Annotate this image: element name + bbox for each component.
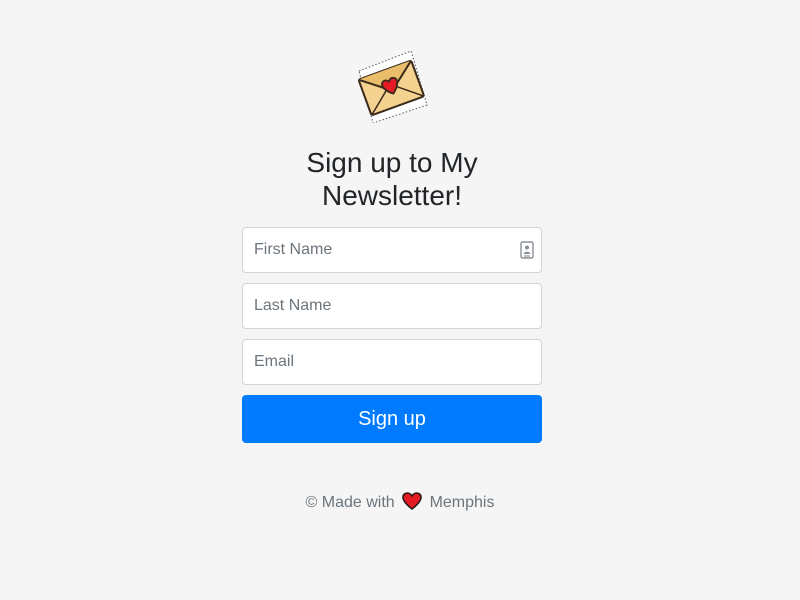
page-title: Sign up to My Newsletter! xyxy=(306,147,478,211)
sign-up-button[interactable]: Sign up xyxy=(242,395,542,443)
footer-author-text: Memphis xyxy=(429,494,495,511)
footer: © Made with Memphis xyxy=(200,492,600,514)
footer-made-with-text: © Made with xyxy=(305,494,395,511)
email-field[interactable] xyxy=(242,339,542,385)
signup-page: Sign up to My Newsletter! Sign up © Made… xyxy=(0,0,800,600)
envelope-heart-icon xyxy=(358,50,428,123)
contact-card-icon[interactable] xyxy=(520,241,534,259)
first-name-field[interactable] xyxy=(242,227,542,273)
last-name-field[interactable] xyxy=(242,283,542,329)
heart-icon xyxy=(402,492,422,510)
